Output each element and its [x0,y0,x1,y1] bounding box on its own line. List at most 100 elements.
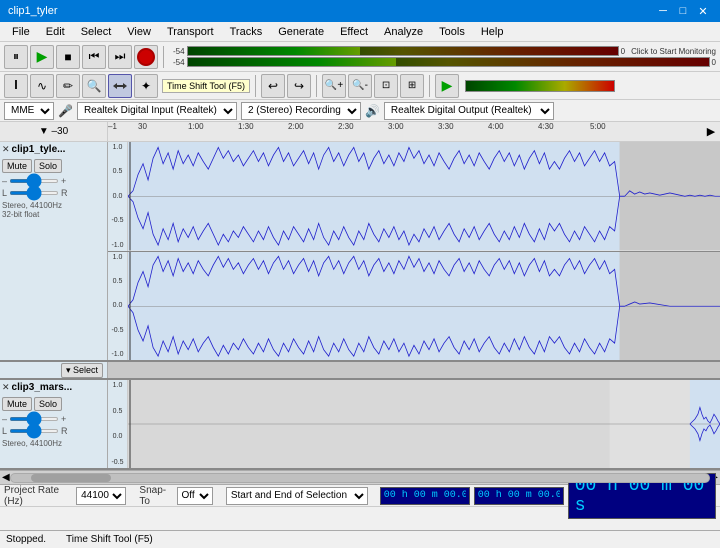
track1-gain-slider[interactable] [9,179,59,183]
timeshift-icon [113,79,127,93]
scrollbar-thumb[interactable] [31,474,111,482]
track3-container: ✕ clip3_mars... Mute Solo – + L R Stereo… [0,380,720,470]
track3-waveform[interactable] [128,380,720,468]
track1-label: ✕ clip1_tyle... Mute Solo – + L R Stereo… [0,142,108,360]
scroll-left-btn[interactable]: ◀ [2,472,10,483]
track1-ch2-svg [128,252,720,361]
ruler-zero-label: ▼ –30 [39,126,68,137]
track1-pan-l: L [2,188,7,198]
multi-tool[interactable]: ✦ [134,74,158,98]
track1-mute[interactable]: Mute [2,159,32,173]
track1-solo[interactable]: Solo [34,159,62,173]
timeshift-tool[interactable] [108,74,132,98]
project-rate-select[interactable]: 44100 [76,487,126,505]
track3-info: Stereo, 44100Hz [2,439,105,448]
track1-pan-r: R [61,188,68,198]
track3-pan-slider[interactable] [9,429,59,433]
vu-dark-overlay2 [396,58,709,66]
stop-button[interactable]: ■ [56,45,80,69]
menu-transport[interactable]: Transport [159,22,222,41]
redo-button[interactable]: ↪ [287,74,311,98]
menu-tools[interactable]: Tools [431,22,473,41]
track1-ch2-waveform[interactable] [128,252,720,361]
menu-effect[interactable]: Effect [332,22,376,41]
mixer-bar: MME 🎤 Realtek Digital Input (Realtek) 2 … [0,100,720,122]
tick-100: 1:00 [188,122,204,131]
menu-select[interactable]: Select [73,22,120,41]
track3-gain-minus: – [2,414,7,424]
sep1 [163,46,164,68]
menu-view[interactable]: View [119,22,159,41]
skip-fwd-button[interactable]: ⏭ [108,45,132,69]
pause-button[interactable]: ⏸ [4,45,28,69]
selection-start-input[interactable]: 00 h 00 m 00.000 s [380,487,470,505]
t3-scale-1: 1.0 [113,382,123,389]
vu-bottom-row: -54 0 [173,57,716,67]
project-rate-label: Project Rate (Hz) [4,485,72,507]
track1-info: Stereo, 44100Hz32-bit float [2,201,105,219]
status-left: Stopped. [6,534,46,545]
ruler-offset: ▼ –30 [0,122,108,141]
zoom-tool[interactable]: 🔍 [82,74,106,98]
close-button[interactable]: ✕ [694,2,712,20]
track3-gain-slider[interactable] [9,417,59,421]
selection-mode-select[interactable]: Start and End of Selection [226,487,368,505]
track1-pan-row: L R [2,188,105,198]
audio-host-select[interactable]: MME [4,102,54,120]
input-device-select[interactable]: Realtek Digital Input (Realtek) [77,102,237,120]
track3-gain-plus: + [61,414,66,424]
tooltip-timeshift: Time Shift Tool (F5) [162,79,250,93]
snap-to-select[interactable]: Off [177,487,213,505]
tick-430: 4:30 [538,122,554,131]
zoom-sel-button[interactable]: ⊞ [400,74,424,98]
track1-select-button[interactable]: ▾ Select [61,363,103,378]
vu-dark-overlay [360,47,618,55]
track3-solo[interactable]: Solo [34,397,62,411]
track1-waveform-area: 1.0 0.5 0.0 -0.5 -1.0 [108,142,720,360]
menu-help[interactable]: Help [473,22,512,41]
track1-close[interactable]: ✕ [2,144,10,155]
menu-tracks[interactable]: Tracks [222,22,271,41]
selection-end-input[interactable]: 00 h 00 m 00.000 s [474,487,564,505]
t3-scale-0: 0.0 [113,433,123,440]
selection-tool[interactable]: 𝐈 [4,74,28,98]
maximize-button[interactable]: □ [674,2,692,20]
mic-icon: 🎤 [58,104,73,118]
scale-m05t: -0.5 [111,217,123,224]
channel-select[interactable]: 2 (Stereo) Recording Cha... [241,102,361,120]
track1-pan-slider[interactable] [9,191,59,195]
track3-close[interactable]: ✕ [2,382,10,393]
record-button[interactable] [134,45,158,69]
play-button[interactable]: ▶ [30,45,54,69]
menu-generate[interactable]: Generate [270,22,332,41]
zoom-in-button[interactable]: 🔍+ [322,74,346,98]
minimize-button[interactable]: ─ [654,2,672,20]
scrollbar-track[interactable] [10,473,711,483]
output-device-select[interactable]: Realtek Digital Output (Realtek) [384,102,554,120]
menu-file[interactable]: File [4,22,38,41]
zoom-out-button[interactable]: 🔍- [348,74,372,98]
horizontal-scrollbar[interactable]: ◀ ▶ [0,470,720,484]
zoom-fit-button[interactable]: ⊡ [374,74,398,98]
undo-button[interactable]: ↩ [261,74,285,98]
skip-back-button[interactable]: ⏮ [82,45,106,69]
menu-edit[interactable]: Edit [38,22,73,41]
scale-m05b: -0.5 [111,327,123,334]
track3-buttons: Mute Solo [2,397,105,411]
menu-analyze[interactable]: Analyze [376,22,431,41]
play-green-button[interactable]: ▶ [435,74,459,98]
track3-scale: 1.0 0.5 0.0 -0.5 [108,380,128,468]
timeline-ruler: ▼ –30 –1 30 1:00 1:30 2:00 2:30 3:00 3:3… [0,122,720,142]
click-to-monitor[interactable]: Click to Start Monitoring [631,47,716,56]
track1-ch1-waveform[interactable]: // This won't execute in SVG - using inl… [128,142,720,251]
draw-tool[interactable]: ✏ [56,74,80,98]
tick-500: 5:00 [590,122,606,131]
track1-header: ✕ clip1_tyle... [2,144,105,155]
menu-bar: File Edit Select View Transport Tracks G… [0,22,720,42]
envelope-tool[interactable]: ∿ [30,74,54,98]
ruler-scroll-right[interactable]: ▶ [702,122,720,141]
tools-toolbar: 𝐈 ∿ ✏ 🔍 ✦ Time Shift Tool (F5) ↩ ↪ 🔍+ 🔍-… [0,72,720,100]
track3-svg [128,380,720,468]
track3-mute[interactable]: Mute [2,397,32,411]
scale-0b: 0.0 [113,302,123,309]
